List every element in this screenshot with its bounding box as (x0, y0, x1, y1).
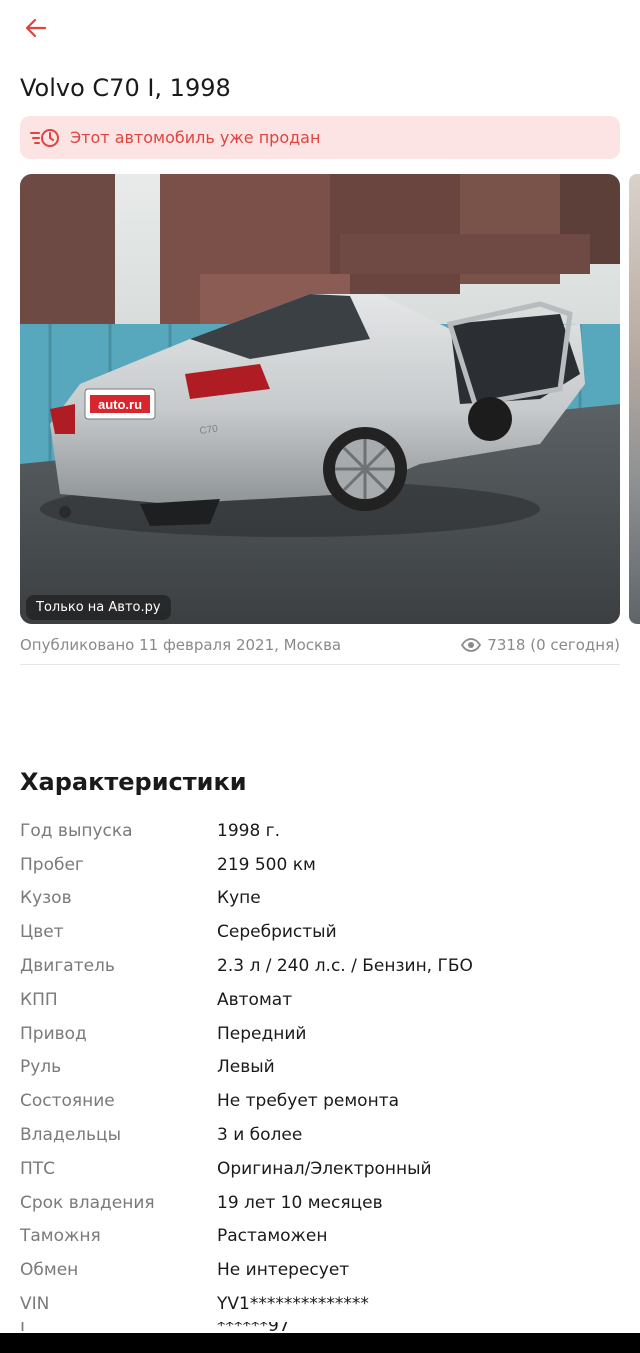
eye-icon (461, 638, 482, 652)
spec-row: Год выпуска 1998 г. (20, 814, 620, 848)
published-date: Опубликовано 11 февраля 2021, Москва (20, 636, 342, 654)
sold-clock-icon (30, 126, 62, 150)
photo-gallery[interactable]: auto.ru C70 (20, 174, 620, 624)
next-photo-peek[interactable] (629, 174, 640, 624)
spec-value: 1998 г. (217, 820, 281, 841)
spec-value: Передний (217, 1023, 307, 1044)
spec-label: VIN (20, 1294, 50, 1315)
spec-row: ПТС Оригинал/Электронный (20, 1152, 620, 1186)
spec-value: Купе (217, 888, 261, 909)
spec-value: Серебристый (217, 922, 337, 943)
spec-label: Год выпуска (20, 820, 133, 841)
spec-row: Обмен Не интересует (20, 1253, 620, 1287)
spec-value: Автомат (217, 989, 293, 1010)
spec-row: Владельцы 3 и более (20, 1118, 620, 1152)
spec-row: Состояние Не требует ремонта (20, 1084, 620, 1118)
spec-label: Двигатель (20, 956, 115, 977)
meta-divider (20, 664, 620, 665)
spec-row: Таможня Растаможен (20, 1220, 620, 1254)
spec-label: Таможня (20, 1226, 101, 1247)
spec-label: Пробег (20, 854, 84, 875)
exclusive-badge: Только на Авто.ру (26, 595, 171, 620)
spec-value: 19 лет 10 месяцев (217, 1192, 383, 1213)
spec-row: Двигатель 2.3 л / 240 л.с. / Бензин, ГБО (20, 949, 620, 983)
spec-row: КПП Автомат (20, 983, 620, 1017)
spec-row: Пробег 219 500 км (20, 848, 620, 882)
spec-value: Левый (217, 1057, 275, 1078)
spec-label: Обмен (20, 1260, 79, 1281)
listing-page: Volvo C70 I, 1998 Этот автомобиль уже пр… (0, 0, 640, 1353)
spec-label: КПП (20, 989, 58, 1010)
spec-value: 2.3 л / 240 л.с. / Бензин, ГБО (217, 956, 473, 977)
spec-row: Кузов Купе (20, 882, 620, 916)
views-text: 7318 (0 сегодня) (487, 636, 620, 654)
arrow-left-icon (25, 18, 47, 38)
spec-label: Срок владения (20, 1192, 155, 1213)
plate-text: auto.ru (98, 397, 142, 412)
spec-label: Состояние (20, 1091, 115, 1112)
spec-value: Не интересует (217, 1260, 350, 1281)
car-photo: auto.ru C70 (20, 174, 620, 624)
spec-value: Не требует ремонта (217, 1091, 400, 1112)
spec-value: Оригинал/Электронный (217, 1158, 432, 1179)
spec-row: Срок владения 19 лет 10 месяцев (20, 1186, 620, 1220)
spec-value: 3 и более (217, 1125, 303, 1146)
spec-label: Владельцы (20, 1125, 122, 1146)
spec-label: Привод (20, 1023, 87, 1044)
spec-label: Руль (20, 1057, 62, 1078)
listing-meta: Опубликовано 11 февраля 2021, Москва 731… (20, 633, 620, 657)
specs-table: Год выпуска 1998 г. Пробег 219 500 км Кузов К… (20, 814, 620, 1321)
specs-title: Характеристики (20, 768, 247, 796)
spec-value: 219 500 км (217, 854, 316, 875)
spec-label: Цвет (20, 922, 64, 943)
spec-label: ПТС (20, 1158, 56, 1179)
sold-status-banner: Этот автомобиль уже продан (20, 116, 620, 159)
system-nav-bar (0, 1333, 640, 1353)
spec-row: Привод Передний (20, 1017, 620, 1051)
spec-label: Кузов (20, 888, 72, 909)
views-counter: 7318 (0 сегодня) (461, 636, 620, 654)
back-button[interactable] (18, 10, 54, 46)
spec-row: Руль Левый (20, 1051, 620, 1085)
sold-status-text: Этот автомобиль уже продан (70, 128, 321, 147)
spec-row: Цвет Серебристый (20, 915, 620, 949)
spec-value: YV1************** (217, 1294, 369, 1315)
spec-row: VIN YV1************** (20, 1287, 620, 1321)
spec-value: Растаможен (217, 1226, 328, 1247)
page-title: Volvo C70 I, 1998 (20, 74, 231, 102)
